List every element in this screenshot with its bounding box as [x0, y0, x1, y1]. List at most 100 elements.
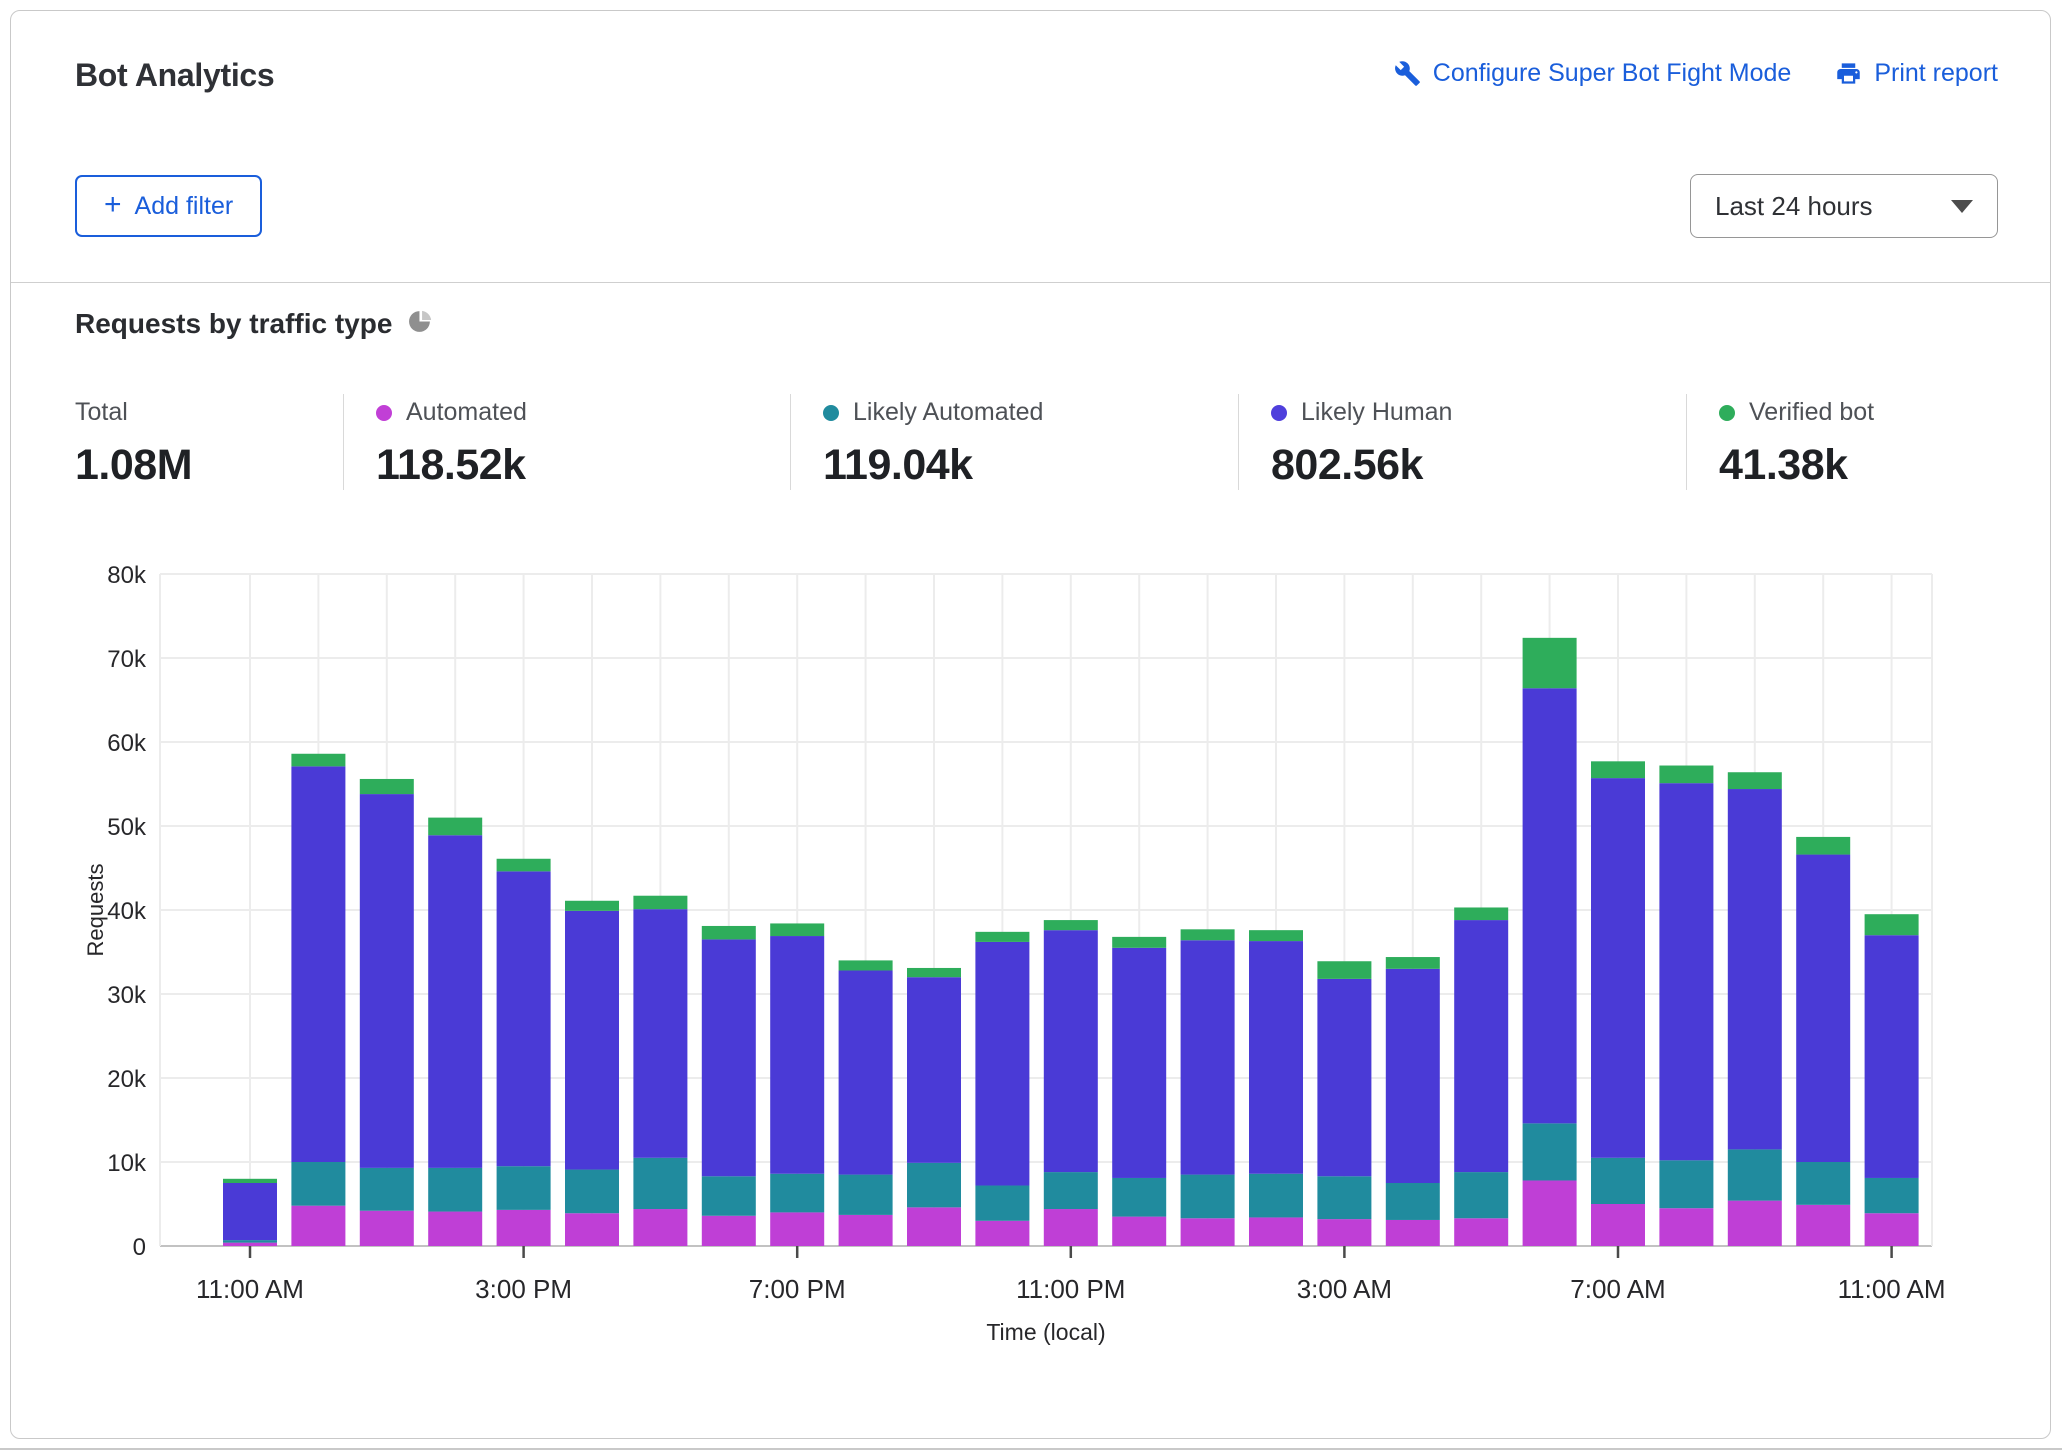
bar-segment [223, 1183, 277, 1240]
bar-segment [1249, 1217, 1303, 1246]
chart-label: 7:00 AM [1570, 1274, 1665, 1304]
bar-segment [770, 1174, 824, 1213]
bar-segment [1181, 940, 1235, 1174]
bar-segment [1796, 837, 1850, 855]
likely-automated-legend-dot [823, 405, 839, 421]
bar-segment [291, 754, 345, 767]
print-report-link[interactable]: Print report [1835, 59, 1998, 88]
stat-likely-human[interactable]: Likely Human 802.56k [1238, 394, 1686, 490]
bar-segment [428, 1212, 482, 1246]
chart-label: 3:00 AM [1297, 1274, 1392, 1304]
bar-segment [1112, 1178, 1166, 1217]
bar-segment [360, 794, 414, 1168]
time-range-value: Last 24 hours [1715, 191, 1873, 222]
automated-legend-dot [376, 405, 392, 421]
bar-segment [1454, 1218, 1508, 1246]
bar-segment [770, 1212, 824, 1246]
bar-segment [1865, 1178, 1919, 1213]
bar-segment [702, 939, 756, 1176]
configure-link-label: Configure Super Bot Fight Mode [1433, 59, 1792, 88]
plus-icon: + [104, 190, 122, 220]
bar-segment [1523, 638, 1577, 688]
bar-segment [360, 1211, 414, 1246]
stat-automated-label: Automated [406, 398, 527, 427]
bar-segment [907, 1207, 961, 1246]
bar-segment [360, 779, 414, 794]
bar-segment [1865, 935, 1919, 1178]
bar-segment [1317, 1176, 1371, 1219]
bar-segment [360, 1168, 414, 1211]
chart-label: 30k [107, 982, 147, 1009]
bar-segment [1386, 1220, 1440, 1246]
bar-segment [907, 968, 961, 977]
bar-segment [1386, 969, 1440, 1183]
chart-label: 11:00 AM [196, 1274, 304, 1304]
verified-bot-legend-dot [1719, 405, 1735, 421]
bar-segment [1112, 937, 1166, 948]
add-filter-label: Add filter [135, 192, 234, 221]
bar-segment [633, 1158, 687, 1209]
page: { "header": { "title": "Bot Analytics", … [0, 0, 2062, 1450]
stat-likely-automated-label: Likely Automated [853, 398, 1043, 427]
bar-segment [565, 911, 619, 1170]
bar-segment [1044, 930, 1098, 1172]
bar-segment [1317, 961, 1371, 979]
bar-segment [1591, 1158, 1645, 1204]
bar-segment [428, 835, 482, 1168]
bar-segment [1659, 1208, 1713, 1246]
bar-segment [770, 936, 824, 1174]
bar-segment [1249, 930, 1303, 941]
bar-segment [633, 909, 687, 1158]
time-range-select[interactable]: Last 24 hours [1690, 174, 1998, 238]
bar-segment [1796, 855, 1850, 1162]
bar-segment [839, 970, 893, 1174]
bar-segment [1796, 1162, 1850, 1205]
add-filter-button[interactable]: + Add filter [75, 175, 262, 237]
chart-label: 40k [107, 898, 147, 925]
stat-likely-automated[interactable]: Likely Automated 119.04k [790, 394, 1238, 490]
chart-label: 0 [133, 1234, 146, 1261]
stat-automated[interactable]: Automated 118.52k [343, 394, 790, 490]
chevron-down-icon [1951, 200, 1973, 213]
bar-segment [633, 896, 687, 909]
bar-segment [497, 859, 551, 872]
bar-segment [1796, 1205, 1850, 1246]
bar-segment [428, 818, 482, 836]
bar-segment [770, 923, 824, 936]
chart-label: 80k [107, 562, 147, 589]
bar-segment [975, 942, 1029, 1186]
configure-super-bot-fight-mode-link[interactable]: Configure Super Bot Fight Mode [1394, 59, 1792, 88]
bar-segment [1591, 1204, 1645, 1246]
bot-analytics-card: Bot Analytics Configure Super Bot Fight … [10, 10, 2051, 1439]
bar-segment [975, 932, 1029, 942]
bar-segment [1317, 1219, 1371, 1246]
bar-segment [291, 766, 345, 1162]
bar-segment [702, 1176, 756, 1215]
stat-automated-value: 118.52k [376, 441, 790, 490]
bar-segment [1728, 1149, 1782, 1200]
stat-verified-bot[interactable]: Verified bot 41.38k [1686, 394, 1998, 490]
bar-segment [565, 901, 619, 911]
bar-segment [497, 871, 551, 1166]
bar-segment [1523, 1123, 1577, 1180]
chart-label: 20k [107, 1066, 147, 1093]
likely-human-legend-dot [1271, 405, 1287, 421]
chart-label: 11:00 PM [1016, 1274, 1125, 1304]
bar-segment [839, 960, 893, 970]
page-title: Bot Analytics [75, 57, 274, 94]
bar-segment [1044, 920, 1098, 930]
bar-segment [1454, 920, 1508, 1172]
bar-segment [975, 1221, 1029, 1246]
bar-segment [223, 1179, 277, 1183]
bar-segment [1523, 688, 1577, 1123]
stat-verified-bot-value: 41.38k [1719, 441, 1998, 490]
bar-segment [1249, 1174, 1303, 1218]
stat-likely-human-label: Likely Human [1301, 398, 1452, 427]
requests-chart: 010k20k30k40k50k60k70k80k11:00 AM3:00 PM… [75, 552, 2005, 1347]
bar-segment [1523, 1180, 1577, 1246]
pie-chart-icon [408, 309, 433, 339]
bar-segment [839, 1215, 893, 1246]
stat-total-label: Total [75, 398, 128, 427]
stat-total-value: 1.08M [75, 441, 343, 490]
bar-segment [1865, 1213, 1919, 1246]
